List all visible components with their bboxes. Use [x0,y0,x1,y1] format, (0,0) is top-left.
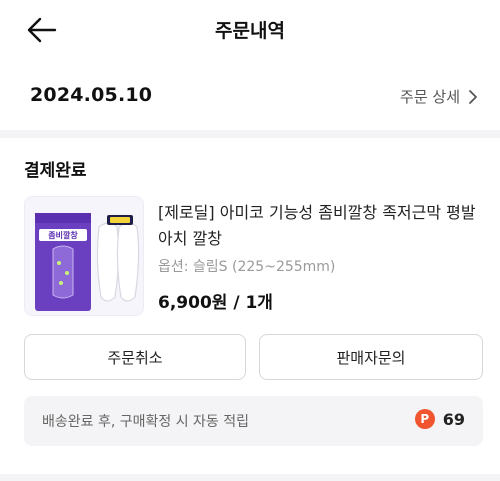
section-divider-bottom [0,474,500,481]
chevron-right-icon [469,89,477,104]
points-description: 배송완료 후, 구매확정 시 자동 적립 [42,414,250,430]
section-divider [0,130,500,138]
product-option: 옵션: 슬림S (225~255mm) [158,259,336,275]
seller-inquiry-button[interactable]: 판매자문의 [259,334,483,380]
points-number: 69 [442,409,465,429]
points-info-box: 배송완료 후, 구매확정 시 자동 적립 P 69 [24,396,483,446]
product-title[interactable]: [제로딜] 아미코 기능성 좀비깔창 족저근막 평발 아치 깔창 [158,200,488,252]
product-price: 6,900원 / 1개 [158,293,273,313]
page-title: 주문내역 [215,20,285,42]
cancel-order-button[interactable]: 주문취소 [24,334,246,380]
svg-text:좀비깔창: 좀비깔창 [48,230,78,240]
order-date: 2024.05.10 [30,84,153,106]
points-amount: P 69 [414,409,465,429]
order-detail-label: 주문 상세 [400,88,460,106]
payment-status: 결제완료 [24,161,87,181]
order-summary-row: 2024.05.10 주문 상세 [0,82,500,112]
app-header: 주문내역 [0,0,500,60]
order-detail-link[interactable]: 주문 상세 [400,86,478,107]
insole-product-picture: 좀비깔창 [25,197,143,315]
point-icon: P [414,409,435,429]
product-image[interactable]: 좀비깔창 [24,196,144,316]
